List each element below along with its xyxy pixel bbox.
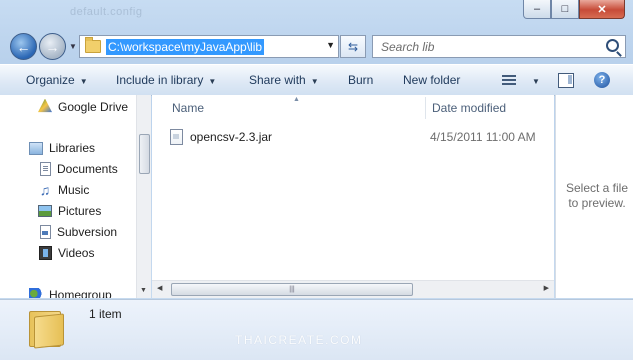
scroll-left-icon[interactable]: ◀ — [157, 284, 162, 292]
nav-item-pictures[interactable]: Pictures — [38, 201, 101, 221]
forward-button[interactable]: → — [39, 33, 66, 60]
navigation-pane: Google Drive Libraries Documents ♫ Music … — [0, 95, 150, 298]
back-arrow-icon: ← — [16, 38, 31, 55]
pictures-icon — [38, 205, 52, 217]
organize-label: Organize — [26, 73, 75, 87]
videos-icon — [39, 246, 52, 260]
view-options-dropdown[interactable]: ▼ — [527, 73, 540, 87]
nav-item-music[interactable]: ♫ Music — [38, 180, 90, 200]
address-dropdown-icon[interactable]: ▼ — [326, 40, 335, 50]
watermark: THAICREATE.COM — [235, 333, 363, 347]
file-name: opencsv-2.3.jar — [190, 130, 273, 144]
preview-message: Select a file to preview. — [565, 181, 629, 210]
file-list: ▲ Name Date modified opencsv-2.3.jar 4/1… — [152, 95, 554, 298]
search-box[interactable] — [372, 35, 626, 58]
scroll-down-icon[interactable]: ▼ — [140, 287, 147, 294]
chevron-down-icon: ▼ — [310, 77, 319, 86]
subversion-icon — [40, 225, 51, 239]
refresh-icon: ⇆ — [347, 39, 359, 54]
burn-button[interactable]: Burn — [348, 73, 373, 87]
grip-icon: ||| — [289, 286, 295, 293]
nav-buttons: ← → ▼ — [10, 33, 77, 60]
details-pane: 1 item THAICREATE.COM — [0, 299, 633, 360]
share-with-button[interactable]: Share with ▼ — [249, 73, 319, 87]
file-date: 4/15/2011 11:00 AM — [430, 130, 536, 144]
nav-item-videos[interactable]: Videos — [39, 243, 94, 263]
nav-item-label: Pictures — [58, 204, 102, 218]
nav-item-label: Documents — [57, 162, 118, 176]
explorer-window: default.config – □ ✕ ← → ▼ C:\workspace\… — [0, 0, 633, 360]
nav-scroll-thumb[interactable] — [139, 134, 150, 174]
address-bar[interactable]: C:\workspace\myJavaApp\lib ▼ — [79, 35, 339, 58]
organize-button[interactable]: Organize ▼ — [26, 73, 88, 87]
chevron-down-icon: ▼ — [208, 77, 217, 86]
libraries-icon — [29, 141, 43, 155]
chevron-down-icon: ▼ — [532, 77, 540, 86]
folder-icon — [85, 37, 101, 53]
new-folder-button[interactable]: New folder — [403, 73, 460, 87]
nav-item-label: Subversion — [57, 225, 118, 239]
column-header-name[interactable]: Name — [172, 95, 204, 121]
homegroup-icon — [29, 288, 43, 298]
window-title: default.config — [70, 6, 143, 18]
caption-buttons: – □ ✕ — [523, 0, 625, 19]
search-input[interactable] — [379, 38, 583, 55]
preview-pane-icon[interactable] — [558, 73, 574, 88]
close-button[interactable]: ✕ — [579, 0, 625, 19]
large-folder-icon — [29, 307, 64, 349]
preview-pane: Select a file to preview. — [555, 95, 633, 298]
share-label: Share with — [249, 73, 306, 87]
refresh-button[interactable]: ⇆ — [340, 35, 366, 58]
column-header-date[interactable]: Date modified — [432, 95, 506, 121]
help-icon[interactable]: ? — [594, 72, 610, 88]
nav-item-label: Google Drive — [58, 100, 129, 114]
search-icon[interactable] — [606, 39, 619, 52]
item-count: 1 item — [89, 307, 122, 321]
back-button[interactable]: ← — [10, 33, 37, 60]
recent-pages-dropdown[interactable]: ▼ — [69, 42, 77, 51]
nav-item-label: Music — [58, 183, 90, 197]
google-drive-icon — [38, 98, 52, 113]
include-label: Include in library — [116, 73, 204, 87]
nav-scrollbar[interactable]: ▼ — [136, 95, 151, 298]
view-options-icon[interactable] — [502, 74, 516, 86]
hscroll-thumb[interactable]: ||| — [171, 283, 413, 296]
music-icon: ♫ — [39, 182, 51, 198]
command-bar: Organize ▼ Include in library ▼ Share with… — [0, 64, 633, 96]
address-path[interactable]: C:\workspace\myJavaApp\lib — [106, 38, 265, 55]
nav-item-google-drive[interactable]: Google Drive — [38, 97, 128, 117]
nav-item-homegroup[interactable]: Homegroup — [29, 285, 112, 298]
include-in-library-button[interactable]: Include in library ▼ — [116, 73, 216, 87]
nav-item-subversion[interactable]: Subversion — [40, 222, 117, 242]
scroll-right-icon[interactable]: ▶ — [544, 284, 549, 292]
minimize-button[interactable]: – — [523, 0, 551, 19]
sort-ascending-icon: ▲ — [293, 96, 300, 103]
chevron-down-icon: ▼ — [79, 77, 88, 86]
file-row[interactable]: opencsv-2.3.jar 4/15/2011 11:00 AM — [170, 128, 536, 146]
nav-item-libraries[interactable]: Libraries — [29, 138, 95, 158]
nav-item-label: Libraries — [49, 141, 96, 155]
nav-item-label: Homegroup — [49, 288, 112, 298]
documents-icon — [40, 162, 51, 176]
forward-arrow-icon: → — [45, 38, 60, 55]
column-divider[interactable] — [425, 97, 426, 119]
file-list-hscrollbar[interactable]: ◀ ||| ▶ — [152, 280, 554, 298]
jar-file-icon — [170, 129, 183, 145]
nav-item-label: Videos — [58, 246, 95, 260]
maximize-button[interactable]: □ — [551, 0, 579, 19]
nav-item-documents[interactable]: Documents — [40, 159, 118, 179]
